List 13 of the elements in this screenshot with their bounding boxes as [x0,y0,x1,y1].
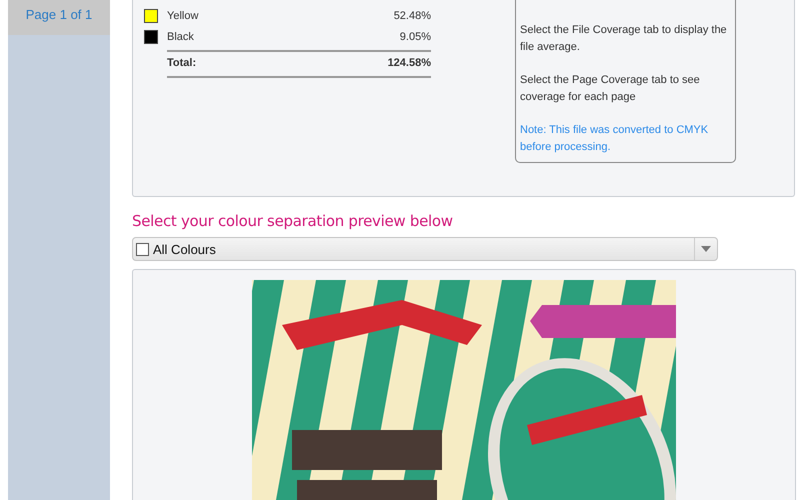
caret-icon [701,246,711,252]
total-label: Total: [167,57,198,69]
section-heading: Select your colour separation preview below [132,212,454,230]
checkbox[interactable] [136,242,149,256]
ink-name: Yellow [167,10,200,22]
note-text: Note: This file was converted to CMYK before processing. [520,123,710,155]
coverage-value: 9.05% [400,30,431,42]
coverage-value: 52.48% [394,10,431,22]
ink-name: Black [167,30,195,42]
colour-dropdown[interactable]: All Colours [132,237,718,261]
info-text: Select the Page Coverage tab to see coverage for each page [520,73,701,105]
total-value: 124.58% [388,57,431,69]
info-text: Select the File Coverage tab to display the file average. [520,23,728,55]
